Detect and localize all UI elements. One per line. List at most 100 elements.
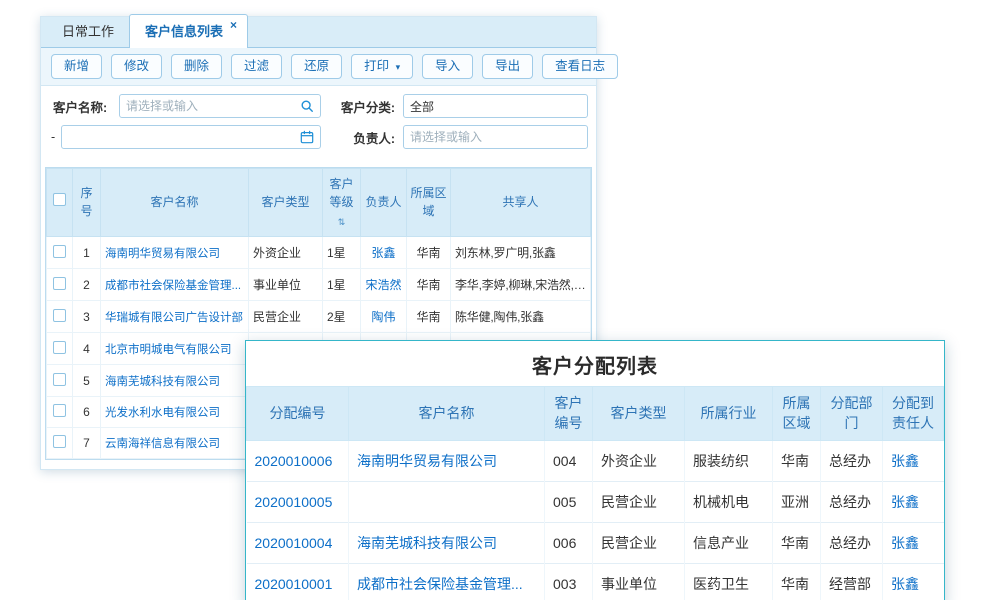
delete-button[interactable]: 删除 <box>171 54 222 79</box>
customer-name-link[interactable]: 海南芜城科技有限公司 <box>357 535 497 551</box>
row-checkbox[interactable] <box>53 435 66 448</box>
cell-allocation-number: 2020010001 <box>247 563 349 600</box>
tab-daily-work[interactable]: 日常工作 <box>47 15 129 47</box>
customer-name-link[interactable]: 海南明华贸易有限公司 <box>105 248 220 260</box>
close-icon[interactable]: × <box>230 19 237 31</box>
edit-button[interactable]: 修改 <box>111 54 162 79</box>
search-icon[interactable] <box>300 99 314 113</box>
customer-name-link[interactable]: 海南明华贸易有限公司 <box>357 453 497 469</box>
print-button[interactable]: 打印 ▾ <box>351 54 413 79</box>
table-row[interactable]: 2020010005 005 民营企业 机械机电 亚洲 总经办 张鑫 <box>247 481 944 522</box>
customer-name-link[interactable]: 光发水利水电有限公司 <box>105 407 220 419</box>
table-header-row: 序号 客户名称 客户类型 客户等级 ⇅ 负责人 所属区域 共享人 <box>47 168 591 237</box>
row-checkbox[interactable] <box>53 277 66 290</box>
cell-owner: 陶伟 <box>361 301 407 333</box>
owner-link[interactable]: 陶伟 <box>371 310 395 324</box>
header-customer-name: 客户名称 <box>101 168 249 237</box>
header-department: 分配部门 <box>821 387 883 441</box>
header-allocation-number: 分配编号 <box>247 387 349 441</box>
calendar-icon[interactable] <box>300 130 314 144</box>
assignee-link[interactable]: 张鑫 <box>891 535 919 551</box>
allocation-number-link[interactable]: 2020010006 <box>255 453 333 469</box>
cell-industry: 服装纺织 <box>685 440 773 481</box>
new-button[interactable]: 新增 <box>51 54 102 79</box>
assignee-link[interactable]: 张鑫 <box>891 576 919 592</box>
table-row[interactable]: 2020010001 成都市社会保险基金管理... 003 事业单位 医药卫生 … <box>247 563 944 600</box>
assignee-link[interactable]: 张鑫 <box>891 453 919 469</box>
cell-region: 华南 <box>407 237 451 269</box>
row-checkbox[interactable] <box>53 341 66 354</box>
cell-owner: 张鑫 <box>361 237 407 269</box>
cell-customer-type: 事业单位 <box>593 563 685 600</box>
customer-name-link[interactable]: 云南海祥信息有限公司 <box>105 438 220 450</box>
cell-customer-number: 006 <box>545 522 593 563</box>
cell-index: 5 <box>73 365 101 397</box>
customer-name-inputbox <box>119 94 321 118</box>
cell-customer-name: 成都市社会保险基金管理... <box>349 563 545 600</box>
view-log-button[interactable]: 查看日志 <box>542 54 618 79</box>
customer-name-link[interactable]: 华瑞城有限公司广告设计部 <box>105 312 243 324</box>
header-index: 序号 <box>73 168 101 237</box>
filter-row-2: - 负责人: <box>49 122 588 153</box>
table-row[interactable]: 1 海南明华贸易有限公司 外资企业 1星 张鑫 华南 刘东林,罗广明,张鑫 <box>47 237 591 269</box>
cell-customer-name: 海南芜城科技有限公司 <box>101 365 249 397</box>
row-checkbox[interactable] <box>53 245 66 258</box>
customer-name-link[interactable]: 北京市明城电气有限公司 <box>105 344 232 356</box>
cell-assignee: 张鑫 <box>883 563 944 600</box>
header-customer-type: 客户类型 <box>593 387 685 441</box>
cell-industry: 医药卫生 <box>685 563 773 600</box>
tab-customer-info-list[interactable]: 客户信息列表 × <box>129 14 248 48</box>
customer-name-link[interactable]: 成都市社会保险基金管理... <box>105 280 241 292</box>
cell-customer-level: 2星 <box>323 301 361 333</box>
cell-customer-type: 外资企业 <box>249 237 323 269</box>
filter-button[interactable]: 过滤 <box>231 54 282 79</box>
cell-region: 华南 <box>773 440 821 481</box>
customer-name-link[interactable]: 海南芜城科技有限公司 <box>105 376 220 388</box>
cell-department: 总经办 <box>821 440 883 481</box>
owner-link[interactable]: 宋浩然 <box>365 278 401 292</box>
table-row[interactable]: 2 成都市社会保险基金管理... 事业单位 1星 宋浩然 华南 李华,李婷,柳琳… <box>47 269 591 301</box>
cell-customer-type: 民营企业 <box>593 522 685 563</box>
cell-allocation-number: 2020010004 <box>247 522 349 563</box>
customer-name-label: 客户名称: <box>49 97 119 116</box>
header-customer-level: 客户等级 ⇅ <box>323 168 361 237</box>
customer-name-link[interactable]: 成都市社会保险基金管理... <box>357 576 523 592</box>
customer-name-input[interactable] <box>126 99 296 113</box>
cell-shared: 刘东林,罗广明,张鑫 <box>451 237 591 269</box>
export-button[interactable]: 导出 <box>482 54 533 79</box>
table-row[interactable]: 3 华瑞城有限公司广告设计部 民营企业 2星 陶伟 华南 陈华健,陶伟,张鑫 <box>47 301 591 333</box>
cell-customer-name: 云南海祥信息有限公司 <box>101 428 249 459</box>
cell-customer-type: 事业单位 <box>249 269 323 301</box>
allocation-number-link[interactable]: 2020010001 <box>255 576 333 592</box>
row-checkbox[interactable] <box>53 404 66 417</box>
date-input[interactable] <box>68 130 296 144</box>
header-customer-type: 客户类型 <box>249 168 323 237</box>
customer-category-select[interactable]: 全部 <box>403 94 588 118</box>
tab-bar: 日常工作 客户信息列表 × <box>41 17 596 48</box>
cell-checkbox <box>47 365 73 397</box>
owner-label: 负责人: <box>321 128 395 147</box>
allocation-number-link[interactable]: 2020010004 <box>255 535 333 551</box>
cell-department: 总经办 <box>821 522 883 563</box>
restore-button[interactable]: 还原 <box>291 54 342 79</box>
header-owner: 负责人 <box>361 168 407 237</box>
cell-department: 总经办 <box>821 481 883 522</box>
owner-input[interactable] <box>410 130 581 144</box>
row-checkbox[interactable] <box>53 373 66 386</box>
cell-region: 华南 <box>407 269 451 301</box>
select-all-checkbox[interactable] <box>53 193 66 206</box>
cell-shared: 李华,李婷,柳琳,宋浩然,张鑫 <box>451 269 591 301</box>
sort-icon[interactable]: ⇅ <box>338 218 346 227</box>
cell-index: 4 <box>73 333 101 365</box>
cell-customer-level: 1星 <box>323 269 361 301</box>
owner-link[interactable]: 张鑫 <box>371 246 395 260</box>
assignee-link[interactable]: 张鑫 <box>891 494 919 510</box>
tab-customer-info-list-label: 客户信息列表 <box>145 21 223 40</box>
import-button[interactable]: 导入 <box>422 54 473 79</box>
table-row[interactable]: 2020010006 海南明华贸易有限公司 004 外资企业 服装纺织 华南 总… <box>247 440 944 481</box>
cell-customer-name: 海南芜城科技有限公司 <box>349 522 545 563</box>
cell-customer-number: 005 <box>545 481 593 522</box>
table-row[interactable]: 2020010004 海南芜城科技有限公司 006 民营企业 信息产业 华南 总… <box>247 522 944 563</box>
allocation-number-link[interactable]: 2020010005 <box>255 494 333 510</box>
row-checkbox[interactable] <box>53 309 66 322</box>
